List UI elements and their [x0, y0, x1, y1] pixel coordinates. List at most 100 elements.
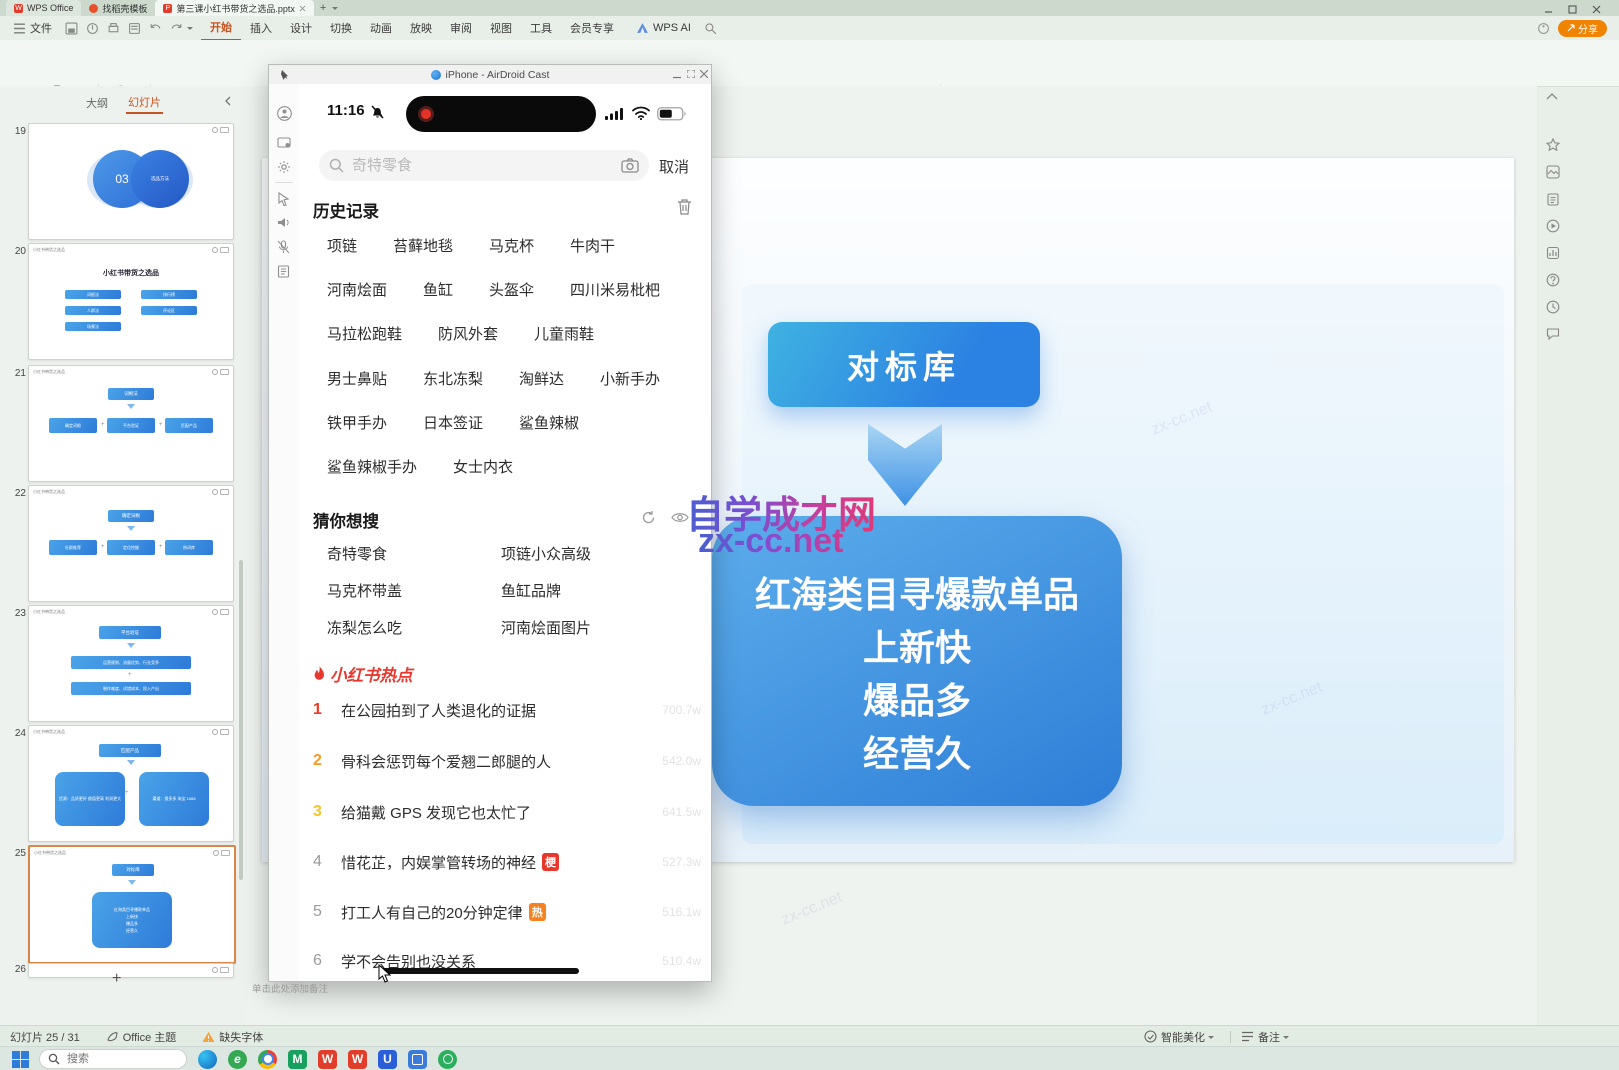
menu-review[interactable]: 审阅	[441, 16, 481, 40]
sidebar-scrollbar[interactable]	[239, 560, 243, 880]
volume-icon[interactable]	[277, 216, 291, 229]
airdroid-cast-window[interactable]: iPhone - AirDroid Cast 11:16	[268, 64, 712, 982]
taskbar-wps-icon[interactable]: W	[318, 1050, 337, 1069]
menu-member[interactable]: 会员专享	[561, 16, 623, 40]
theme-label[interactable]: Office 主题	[123, 1029, 177, 1045]
slide-thumbnail-24[interactable]: 小红书带货之选品 匹配产品 货源：品质更好 颜值更高 利润更大 + 渠道：搜多多…	[28, 725, 234, 842]
menu-insert[interactable]: 插入	[241, 16, 281, 40]
missing-font-label[interactable]: 缺失字体	[219, 1029, 263, 1045]
menu-animation[interactable]: 动画	[361, 16, 401, 40]
menu-transition[interactable]: 切换	[321, 16, 361, 40]
hot-item[interactable]: 3 给猫戴 GPS 发现它也太忙了 641.5w	[313, 801, 705, 823]
undo-icon[interactable]	[149, 22, 162, 35]
notes-hint[interactable]: 单击此处添加备注	[252, 981, 328, 995]
slide-thumbnail-25[interactable]: 小红书带货之选品 对标库 红海类目寻爆款单品上新快爆品多经营久	[28, 845, 236, 964]
history-term[interactable]: 牛肉干	[570, 235, 615, 256]
history-term[interactable]: 铁甲手办	[327, 412, 387, 433]
history-term[interactable]: 男士鼻贴	[327, 368, 387, 389]
guess-item[interactable]: 冻梨怎么吃	[327, 617, 402, 638]
print-icon[interactable]	[107, 22, 120, 35]
collapse-panel-icon[interactable]	[224, 96, 232, 106]
menu-design[interactable]: 设计	[281, 16, 321, 40]
tab-wps-office[interactable]: W WPS Office	[6, 0, 81, 16]
tab-docer-template[interactable]: 找稻壳模板	[81, 0, 155, 16]
cast-close-icon[interactable]	[700, 70, 708, 78]
tab-slides[interactable]: 幻灯片	[126, 92, 163, 114]
search-bar[interactable]	[319, 150, 649, 181]
cast-fullscreen-icon[interactable]	[687, 70, 695, 78]
history-term[interactable]: 东北冻梨	[423, 368, 483, 389]
paste-panel-icon[interactable]	[1546, 192, 1560, 206]
favorites-star-icon[interactable]	[1546, 138, 1560, 152]
tab-list-arrow-icon[interactable]	[332, 7, 338, 13]
screenshot-icon[interactable]	[277, 136, 291, 150]
history-term[interactable]: 马拉松跑鞋	[327, 323, 402, 344]
history-term[interactable]: 小新手办	[600, 368, 660, 389]
more-commands-arrow-icon[interactable]	[187, 27, 193, 33]
cast-minimize-icon[interactable]	[673, 71, 681, 79]
history-term[interactable]: 河南烩面	[327, 279, 387, 300]
history-term[interactable]: 儿童雨鞋	[534, 323, 594, 344]
history-panel-icon[interactable]	[1546, 300, 1560, 314]
slide-thumbnail-20[interactable]: 小红书带货之选品 小红书带货之选品 词根法 排行榜 人群法 评论区 场景法	[28, 243, 234, 360]
save-icon[interactable]	[65, 22, 78, 35]
history-term[interactable]: 鲨鱼辣椒手办	[327, 456, 417, 477]
tab-close-icon[interactable]	[299, 5, 306, 12]
slide-thumbnail-22[interactable]: 小红书带货之选品 确定词根 社群推荐 + 定位挖掘 + 热词库	[28, 485, 234, 602]
history-term[interactable]: 日本签证	[423, 412, 483, 433]
menu-slideshow[interactable]: 放映	[401, 16, 441, 40]
output-icon[interactable]	[86, 22, 99, 35]
account-icon[interactable]	[277, 106, 292, 121]
taskbar-chrome-icon[interactable]	[258, 1050, 277, 1069]
refresh-icon[interactable]	[641, 510, 656, 525]
history-term[interactable]: 淘鲜达	[519, 368, 564, 389]
new-tab-button[interactable]: +	[314, 2, 332, 14]
minimize-window-icon[interactable]	[1544, 5, 1553, 14]
tab-document[interactable]: P 第三课小红书带货之选品.pptx	[155, 0, 314, 16]
menu-view[interactable]: 视图	[481, 16, 521, 40]
animation-panel-icon[interactable]	[1546, 219, 1560, 233]
guess-item[interactable]: 河南烩面图片	[501, 617, 591, 638]
scroll-up-icon[interactable]	[1546, 92, 1558, 100]
taskbar-blue-app-icon[interactable]	[408, 1050, 427, 1069]
preview-icon[interactable]	[128, 22, 141, 35]
hot-item[interactable]: 5 打工人有自己的20分钟定律热 516.1w	[313, 901, 705, 923]
maximize-window-icon[interactable]	[1568, 5, 1577, 14]
menu-home[interactable]: 开始	[201, 15, 241, 41]
camera-icon[interactable]	[621, 158, 639, 173]
guess-item[interactable]: 项链小众高级	[501, 543, 591, 564]
hot-item[interactable]: 4 惜花芷，内娱掌管转场的神经梗 527.3w	[313, 851, 705, 873]
mic-muted-icon[interactable]	[277, 240, 290, 254]
slide-thumbnail-21[interactable]: 小红书带货之选品 词根法 确定词根 + 平台验证 + 匹配产品	[28, 365, 234, 482]
help-panel-icon[interactable]	[1546, 273, 1560, 287]
taskbar-edge-icon[interactable]	[198, 1050, 217, 1069]
hot-item[interactable]: 1 在公园拍到了人类退化的证据 700.7w	[313, 699, 705, 721]
history-term[interactable]: 鱼缸	[423, 279, 453, 300]
clipboard-icon[interactable]	[277, 264, 290, 278]
skin-icon[interactable]	[1537, 22, 1550, 35]
history-term[interactable]: 鲨鱼辣椒	[519, 412, 579, 433]
taskbar-green-m-icon[interactable]: M	[288, 1050, 307, 1069]
history-term[interactable]: 马克杯	[489, 235, 534, 256]
share-button[interactable]: 分享	[1558, 20, 1607, 37]
pointer-icon[interactable]	[277, 192, 290, 206]
slide-thumbnail-26[interactable]	[28, 963, 234, 978]
taskbar-green-app-icon[interactable]	[438, 1050, 457, 1069]
redo-icon[interactable]	[170, 22, 183, 35]
cast-titlebar[interactable]: iPhone - AirDroid Cast	[269, 65, 711, 85]
settings-gear-icon[interactable]	[277, 160, 291, 174]
guess-item[interactable]: 鱼缸品牌	[501, 580, 561, 601]
taskbar-green-e-icon[interactable]: e	[228, 1050, 247, 1069]
history-term[interactable]: 女士内衣	[453, 456, 513, 477]
history-term[interactable]: 苔藓地毯	[393, 235, 453, 256]
slide-thumbnail-19[interactable]: 03 选品方法	[28, 123, 234, 240]
history-term[interactable]: 头盔伞	[489, 279, 534, 300]
windows-start-button[interactable]	[12, 1051, 29, 1068]
taskbar-wps-icon-2[interactable]: W	[348, 1050, 367, 1069]
beautify-button[interactable]: 智能美化	[1161, 1029, 1205, 1045]
history-term[interactable]: 项链	[327, 235, 357, 256]
slide-box-benchmark[interactable]: 对标库	[768, 322, 1040, 407]
add-slide-button[interactable]: +	[112, 970, 121, 988]
taskbar-blue-u-icon[interactable]: U	[378, 1050, 397, 1069]
material-panel-icon[interactable]	[1546, 165, 1560, 179]
